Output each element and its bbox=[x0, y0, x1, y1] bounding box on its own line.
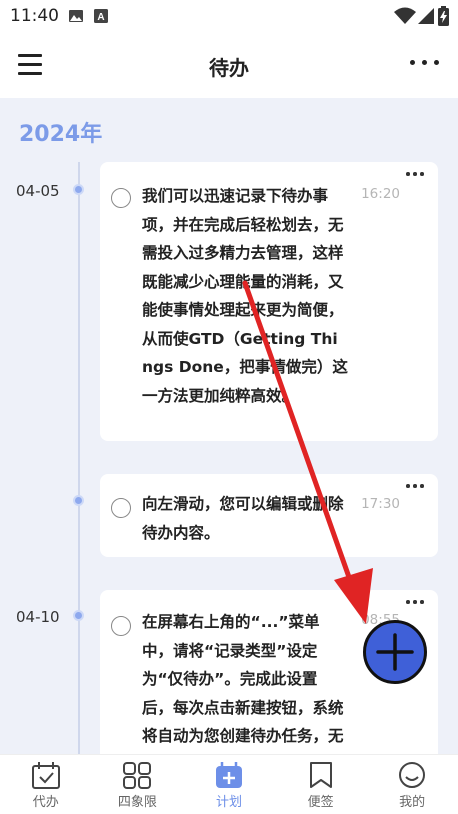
nav-label: 我的 bbox=[399, 795, 426, 810]
timeline-dot bbox=[73, 610, 84, 621]
timeline-dot bbox=[73, 184, 84, 195]
todo-text: 向左滑动，您可以编辑或删除待办内容。 bbox=[142, 495, 344, 542]
nav-item-notes[interactable]: 便签 bbox=[275, 755, 367, 814]
todo-checkbox[interactable] bbox=[111, 188, 131, 208]
todo-text: 在屏幕右上角的“...”菜单中，请将“记录类型”设定为“仅待办”。完成此设置后，… bbox=[142, 613, 344, 745]
card-more-icon[interactable] bbox=[406, 484, 426, 489]
todo-text: 我们可以迅速记录下待办事项，并在完成后轻松划去，无需投入过多精力去管理，这样既能… bbox=[142, 187, 348, 405]
a-icon: A bbox=[94, 9, 108, 23]
todo-time: 17:30 bbox=[361, 496, 400, 512]
year-heading: 2024年 bbox=[19, 122, 103, 147]
date-label: 04-10 bbox=[16, 608, 60, 626]
page-title: 待办 bbox=[209, 56, 249, 80]
nav-label: 代办 bbox=[32, 795, 59, 810]
nav-item-todo[interactable]: 代办 bbox=[0, 755, 92, 814]
grid-four-icon bbox=[123, 762, 152, 789]
add-todo-button[interactable] bbox=[363, 620, 427, 684]
more-icon[interactable] bbox=[410, 60, 440, 68]
todo-card[interactable]: 我们可以迅速记录下待办事项，并在完成后轻松划去，无需投入过多精力去管理，这样既能… bbox=[100, 162, 438, 441]
status-bar: 11:40 A bbox=[0, 0, 458, 34]
card-more-icon[interactable] bbox=[406, 172, 426, 177]
image-icon bbox=[69, 10, 83, 22]
wifi-icon bbox=[394, 7, 416, 24]
nav-label: 便签 bbox=[307, 795, 334, 810]
bottom-nav: 代办 四象限 计划 便签 我的 bbox=[0, 754, 458, 814]
status-time: 11:40 bbox=[10, 6, 59, 26]
bookmark-icon bbox=[309, 762, 332, 788]
plus-icon bbox=[376, 633, 414, 671]
smile-icon bbox=[399, 762, 426, 788]
nav-label: 四象限 bbox=[117, 795, 157, 810]
app-bar: 待办 bbox=[0, 34, 458, 98]
todo-card[interactable]: 向左滑动，您可以编辑或删除待办内容。 17:30 bbox=[100, 474, 438, 557]
nav-item-quadrant[interactable]: 四象限 bbox=[92, 755, 184, 814]
nav-label: 计划 bbox=[215, 795, 242, 810]
signal-icon bbox=[418, 8, 434, 24]
nav-item-plan[interactable]: 计划 bbox=[183, 755, 275, 814]
todo-checkbox[interactable] bbox=[111, 616, 131, 636]
todo-time: 16:20 bbox=[361, 186, 400, 202]
svg-text:A: A bbox=[97, 12, 104, 23]
card-more-icon[interactable] bbox=[406, 600, 426, 605]
date-label: 04-05 bbox=[16, 182, 60, 200]
calendar-plus-icon bbox=[215, 762, 242, 788]
calendar-check-icon bbox=[31, 762, 60, 789]
timeline-dot bbox=[73, 495, 84, 506]
nav-item-profile[interactable]: 我的 bbox=[366, 755, 458, 814]
battery-charging-icon bbox=[438, 6, 449, 26]
timeline-line bbox=[78, 162, 80, 754]
todo-checkbox[interactable] bbox=[111, 498, 131, 518]
